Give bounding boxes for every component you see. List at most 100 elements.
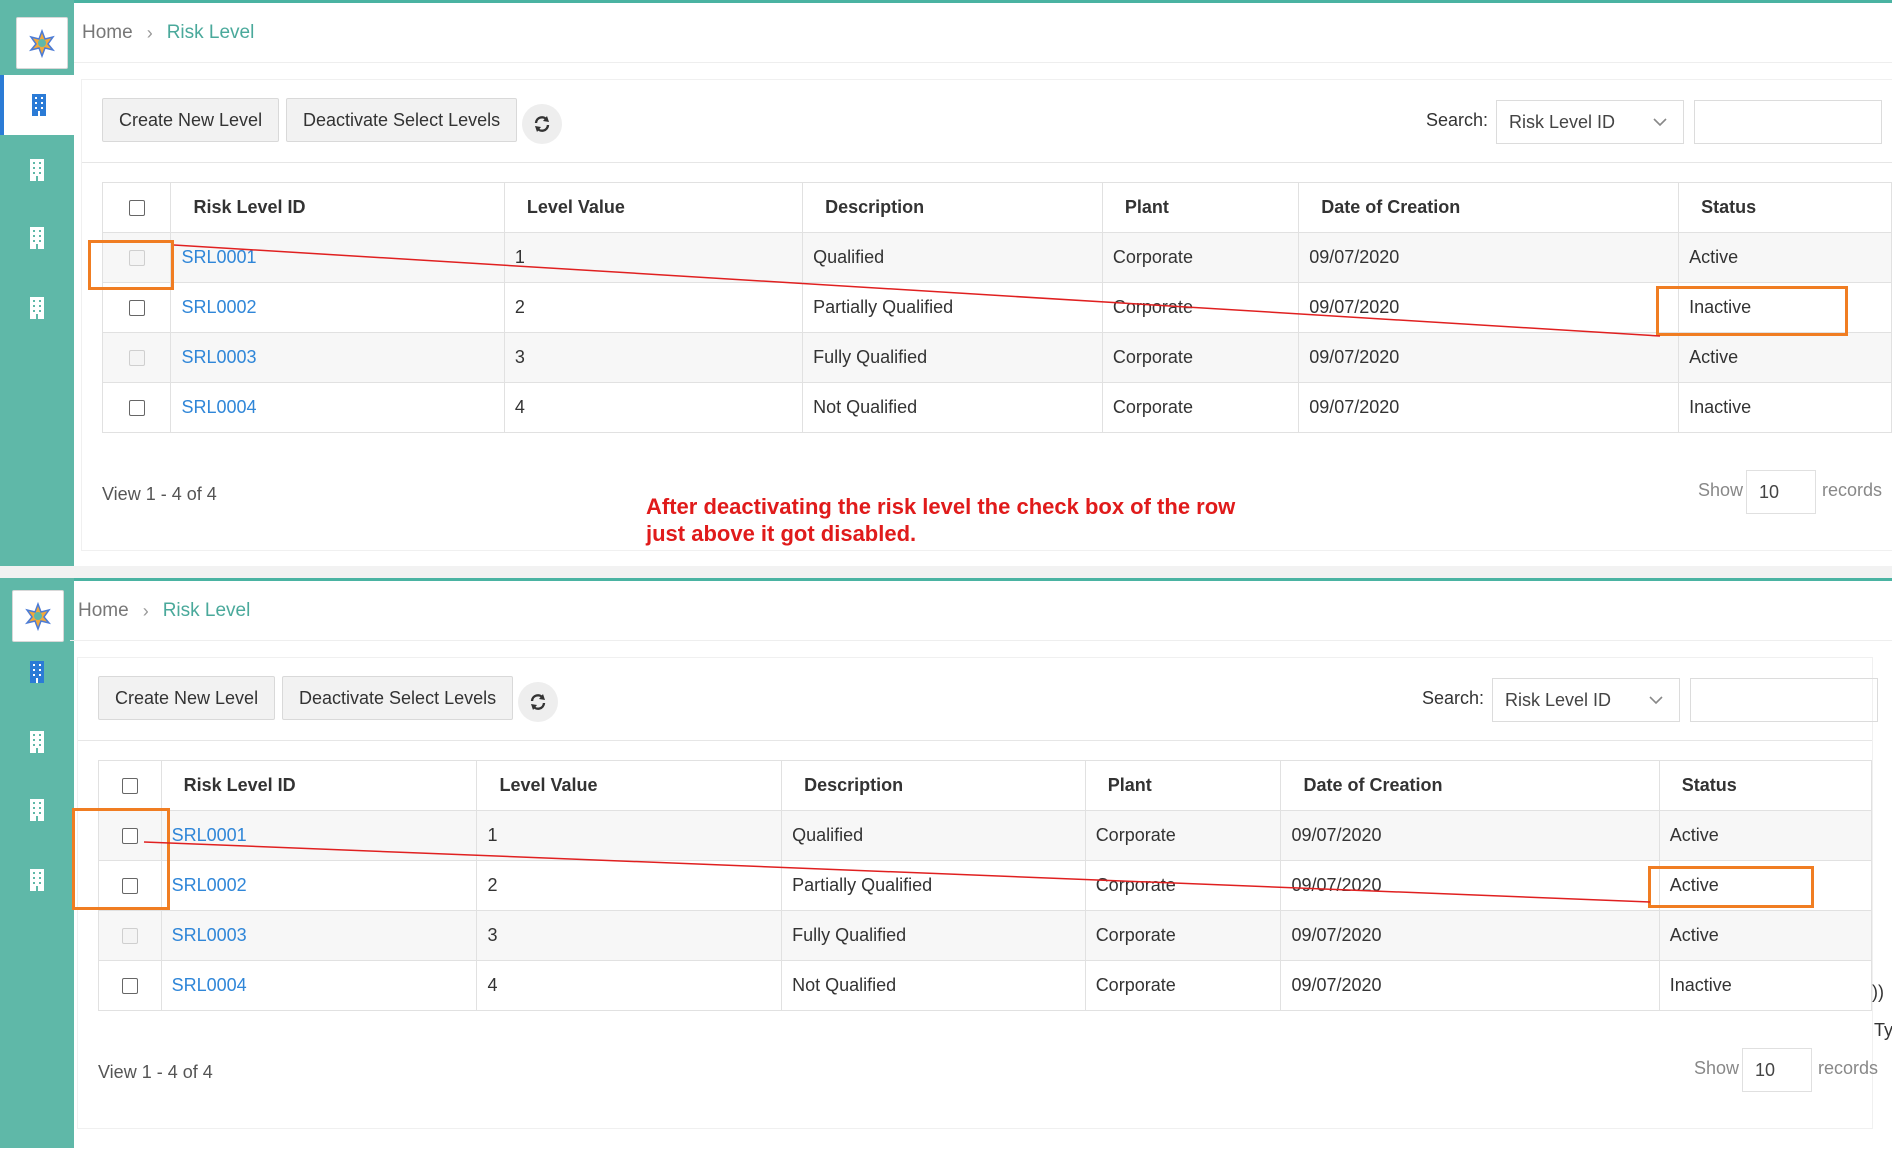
row-select-cell	[101, 382, 172, 433]
nav-item-2[interactable]	[0, 140, 74, 200]
building-icon	[30, 661, 44, 683]
main-content: Create New Level Deactivate Select Level…	[78, 658, 1878, 1128]
refresh-button[interactable]	[522, 104, 562, 144]
risk-level-id-link[interactable]: SRL0001	[160, 810, 478, 861]
page-size-input[interactable]: 10	[1742, 1048, 1812, 1092]
row-checkbox[interactable]	[128, 350, 145, 367]
top-accent-line	[74, 578, 1892, 581]
header-plant[interactable]: Plant	[1084, 760, 1282, 811]
create-new-level-button[interactable]: Create New Level	[98, 676, 276, 720]
show-label: Show	[1698, 480, 1744, 500]
risk-level-id-link[interactable]: SRL0003	[170, 332, 505, 383]
search-input[interactable]	[1690, 678, 1878, 722]
search-input[interactable]	[1694, 100, 1882, 144]
colorful-star-logo-icon	[28, 28, 56, 58]
date-cell: 09/07/2020	[1298, 232, 1680, 283]
plant-cell: Corporate	[1101, 332, 1300, 383]
view-count-text: View 1 - 4 of 4	[98, 1062, 213, 1082]
select-all-cell	[101, 182, 172, 233]
description-cell: Qualified	[781, 810, 1086, 861]
building-icon	[30, 159, 44, 181]
risk-level-id-link[interactable]: SRL0004	[160, 960, 478, 1011]
header-date-of-creation[interactable]: Date of Creation	[1280, 760, 1660, 811]
risk-level-id-link[interactable]: SRL0002	[170, 282, 505, 333]
risk-level-table: Risk Level ID Level Value Description Pl…	[101, 182, 1892, 433]
row-select-cell	[101, 232, 172, 283]
status-cell: Inactive	[1678, 382, 1892, 433]
row-checkbox[interactable]	[128, 250, 145, 267]
select-all-checkbox[interactable]	[128, 200, 145, 217]
create-new-level-button[interactable]: Create New Level	[102, 98, 280, 142]
date-cell: 09/07/2020	[1280, 810, 1660, 861]
deactivate-select-levels-button[interactable]: Deactivate Select Levels	[282, 676, 514, 720]
header-date-of-creation[interactable]: Date of Creation	[1298, 182, 1680, 233]
level-value-cell: 4	[476, 960, 783, 1011]
table-header-row: Risk Level ID Level Value Description Pl…	[98, 760, 1873, 811]
header-description[interactable]: Description	[802, 182, 1103, 233]
risk-level-id-link[interactable]: SRL0001	[170, 232, 505, 283]
row-select-cell	[98, 860, 162, 911]
table-row: SRL0001 1 Qualified Corporate 09/07/2020…	[101, 232, 1892, 283]
table-row: SRL0001 1 Qualified Corporate 09/07/2020…	[98, 810, 1873, 861]
header-description[interactable]: Description	[781, 760, 1086, 811]
nav-item-3[interactable]	[0, 208, 74, 268]
search-field-select[interactable]: Risk Level ID	[1496, 100, 1684, 144]
nav-item-4[interactable]	[0, 850, 74, 910]
risk-level-table: Risk Level ID Level Value Description Pl…	[98, 760, 1873, 1011]
annotation-note: After deactivating the risk level the ch…	[646, 493, 1346, 547]
level-value-cell: 1	[476, 810, 783, 861]
records-label: records	[1822, 480, 1883, 500]
sidebar	[0, 578, 74, 1148]
chevron-down-icon	[1653, 118, 1667, 127]
status-cell: Active	[1658, 910, 1873, 961]
header-level-value[interactable]: Level Value	[476, 760, 783, 811]
row-checkbox[interactable]	[121, 878, 138, 895]
breadcrumb: Home › Risk Level	[74, 4, 1892, 63]
date-cell: 09/07/2020	[1298, 382, 1680, 433]
nav-item-4[interactable]	[0, 278, 74, 338]
breadcrumb-home[interactable]: Home	[78, 600, 129, 622]
row-select-cell	[98, 910, 162, 961]
row-checkbox[interactable]	[121, 928, 138, 945]
row-checkbox[interactable]	[121, 828, 138, 845]
page-size-input[interactable]: 10	[1746, 470, 1816, 514]
risk-level-id-link[interactable]: SRL0002	[160, 860, 478, 911]
header-status[interactable]: Status	[1678, 182, 1892, 233]
row-checkbox[interactable]	[128, 300, 145, 317]
plant-cell: Corporate	[1101, 232, 1300, 283]
risk-level-id-link[interactable]: SRL0004	[170, 382, 505, 433]
table-row: SRL0002 2 Partially Qualified Corporate …	[98, 860, 1873, 911]
refresh-button[interactable]	[518, 682, 558, 722]
panel-divider	[0, 566, 1892, 578]
app-logo[interactable]	[16, 17, 68, 69]
building-icon	[32, 94, 46, 116]
search-field-select[interactable]: Risk Level ID	[1492, 678, 1680, 722]
breadcrumb-home[interactable]: Home	[82, 22, 133, 44]
nav-item-3[interactable]	[0, 780, 74, 840]
show-label: Show	[1694, 1058, 1740, 1078]
status-cell: Active	[1658, 860, 1873, 911]
header-plant[interactable]: Plant	[1101, 182, 1300, 233]
search-field-value: Risk Level ID	[1509, 111, 1616, 132]
risk-level-id-link[interactable]: SRL0003	[160, 910, 478, 961]
deactivate-select-levels-button[interactable]: Deactivate Select Levels	[286, 98, 518, 142]
panel-after: Home › Risk Level Create New Level Deact…	[0, 578, 1892, 1148]
nav-item-2[interactable]	[0, 712, 74, 772]
table-row: SRL0003 3 Fully Qualified Corporate 09/0…	[101, 332, 1892, 383]
row-checkbox[interactable]	[128, 400, 145, 417]
row-checkbox[interactable]	[121, 978, 138, 995]
chevron-right-icon: ›	[146, 22, 153, 43]
level-value-cell: 3	[503, 332, 804, 383]
app-logo[interactable]	[12, 590, 64, 642]
building-icon	[30, 227, 44, 249]
nav-item-1[interactable]	[0, 75, 74, 135]
header-risk-level-id[interactable]: Risk Level ID	[170, 182, 505, 233]
header-risk-level-id[interactable]: Risk Level ID	[160, 760, 478, 811]
annotation-line-1: After deactivating the risk level the ch…	[646, 494, 1236, 519]
nav-item-1[interactable]	[0, 642, 74, 702]
select-all-checkbox[interactable]	[121, 778, 138, 795]
header-level-value[interactable]: Level Value	[503, 182, 804, 233]
colorful-star-logo-icon	[24, 601, 52, 631]
header-status[interactable]: Status	[1658, 760, 1873, 811]
description-cell: Partially Qualified	[781, 860, 1086, 911]
